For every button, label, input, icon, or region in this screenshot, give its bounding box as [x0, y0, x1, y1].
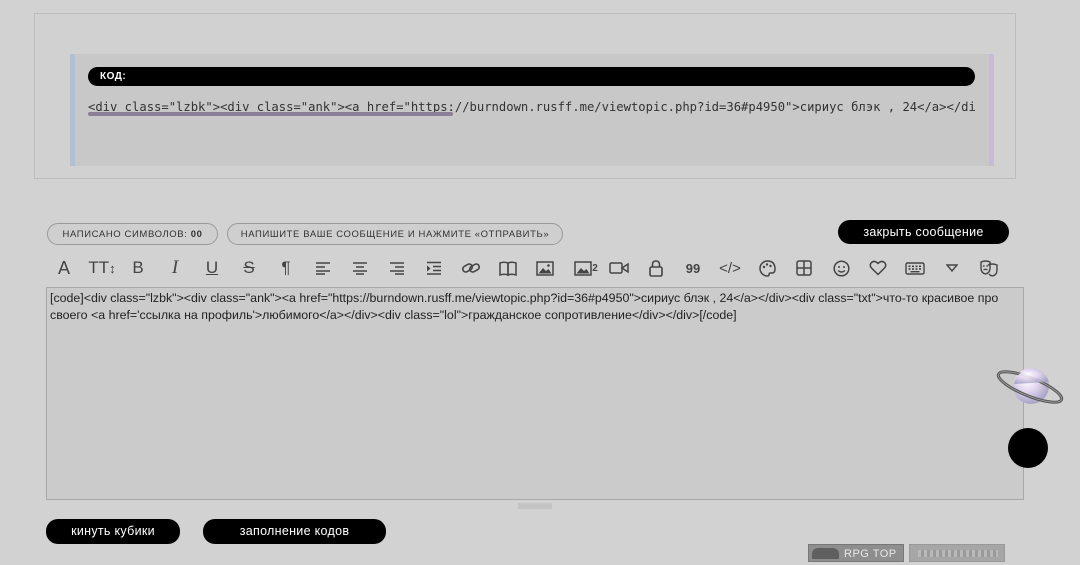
- align-right-icon[interactable]: [382, 256, 412, 280]
- indent-icon[interactable]: [419, 256, 449, 280]
- image-gallery-icon[interactable]: 2: [569, 256, 603, 280]
- rpg-top-label: RPG TOP: [844, 548, 897, 560]
- message-preview: КОД: <div class="lzbk"><div class="ank">…: [34, 13, 1016, 179]
- heart-icon[interactable]: [863, 256, 893, 280]
- message-textarea[interactable]: [code]<div class="lzbk"><div class="ank"…: [46, 287, 1024, 500]
- rpg-top-banner[interactable]: RPG TOP: [808, 544, 904, 562]
- rating-banner-image: [918, 550, 998, 557]
- palette-icon[interactable]: [752, 256, 782, 280]
- char-counter-value: 00: [190, 229, 203, 240]
- video-icon[interactable]: [604, 256, 634, 280]
- book-icon[interactable]: [493, 256, 523, 280]
- masks-icon[interactable]: [974, 256, 1004, 280]
- close-message-button[interactable]: закрыть сообщение: [838, 220, 1009, 244]
- dropdown-icon[interactable]: [937, 256, 967, 280]
- align-center-icon[interactable]: [345, 256, 375, 280]
- italic-icon[interactable]: I: [160, 256, 190, 280]
- code-block: КОД: <div class="lzbk"><div class="ank">…: [70, 54, 994, 166]
- quote-icon[interactable]: 99: [678, 256, 708, 280]
- resize-grip[interactable]: [518, 503, 552, 509]
- char-counter-label: НАПИСАНО СИМВОЛОВ:: [62, 229, 188, 240]
- smiley-icon[interactable]: [826, 256, 856, 280]
- planet-icon: [994, 360, 1066, 412]
- lock-icon[interactable]: [641, 256, 671, 280]
- bold-icon[interactable]: B: [123, 256, 153, 280]
- font-icon[interactable]: A: [49, 256, 79, 280]
- paragraph-icon[interactable]: ¶: [271, 256, 301, 280]
- floating-round-button[interactable]: [1008, 428, 1048, 468]
- fill-codes-button[interactable]: заполнение кодов: [203, 519, 386, 544]
- char-counter: НАПИСАНО СИМВОЛОВ: 00: [47, 223, 218, 245]
- hint-badge: НАПИШИТЕ ВАШЕ СООБЩЕНИЕ И НАЖМИТЕ «ОТПРА…: [227, 223, 563, 245]
- rpg-top-logo-icon: [812, 548, 839, 559]
- underline-icon[interactable]: U: [197, 256, 227, 280]
- code-scrollbar[interactable]: [88, 112, 453, 116]
- image-icon[interactable]: [530, 256, 560, 280]
- table-icon[interactable]: [789, 256, 819, 280]
- keyboard-icon[interactable]: [900, 256, 930, 280]
- code-icon[interactable]: </>: [715, 256, 745, 280]
- strikethrough-icon[interactable]: S: [234, 256, 264, 280]
- link-icon[interactable]: [456, 256, 486, 280]
- editor-toolbar: A TT ↕ B I U S ¶ 2 99 </>: [47, 256, 1007, 280]
- code-header: КОД:: [88, 67, 975, 86]
- roll-dice-button[interactable]: кинуть кубики: [46, 519, 180, 544]
- rating-banner[interactable]: [909, 544, 1005, 562]
- text-size-icon[interactable]: TT ↕: [87, 256, 117, 280]
- align-left-icon[interactable]: [308, 256, 338, 280]
